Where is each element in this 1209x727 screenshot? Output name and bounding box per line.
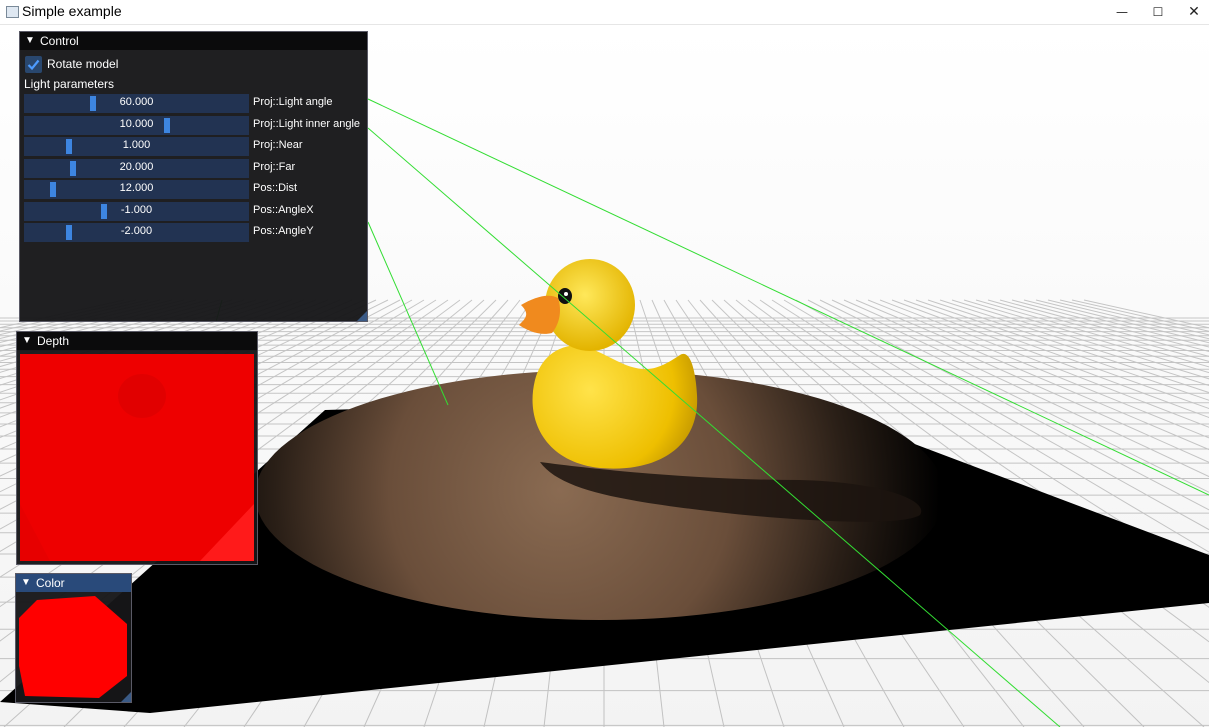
slider-label: Proj::Light angle (253, 96, 333, 108)
slider-track[interactable]: 12.000 (24, 180, 249, 199)
title-bar: Simple example — ☐ ✕ (0, 0, 1209, 25)
slider-value: 1.000 (122, 139, 151, 151)
slider-row[interactable]: 12.000 Pos::Dist (24, 180, 364, 199)
slider-label: Pos::AngleY (253, 225, 314, 237)
close-button[interactable]: ✕ (1176, 0, 1209, 24)
slider-value: 12.000 (119, 182, 154, 194)
control-panel-header[interactable]: ▼ Control (20, 32, 367, 50)
color-map-image (19, 596, 127, 698)
color-panel[interactable]: ▼ Color (15, 573, 132, 703)
slider-row[interactable]: 1.000 Proj::Near (24, 137, 364, 156)
slider-value: -1.000 (120, 203, 153, 216)
minimize-button[interactable]: — (1104, 0, 1140, 24)
depth-panel[interactable]: ▼ Depth (16, 331, 258, 565)
slider-row[interactable]: -1.000 Pos::AngleX (24, 201, 364, 221)
slider-value: 10.000 (119, 117, 154, 130)
slider-label: Proj::Near (253, 139, 303, 151)
slider-value: -2.000 (120, 225, 153, 237)
rotate-model-label: Rotate model (47, 57, 119, 71)
control-panel[interactable]: ▼ Control Rotate model Light parameters … (19, 31, 368, 322)
collapse-triangle-icon[interactable]: ▼ (22, 332, 32, 350)
maximize-button[interactable]: ☐ (1140, 0, 1176, 24)
slider-track[interactable]: 10.000 (24, 115, 249, 135)
resize-grip[interactable] (121, 692, 131, 702)
slider-label: Proj::Far (253, 160, 296, 173)
depth-panel-title: Depth (37, 334, 70, 348)
slider-track[interactable]: -2.000 (24, 223, 249, 242)
checkmark-icon (27, 59, 40, 71)
slider-row[interactable]: 10.000 Proj::Light inner angle (24, 115, 364, 135)
color-panel-title: Color (36, 576, 65, 590)
window-title: Simple example (22, 3, 122, 19)
color-panel-header[interactable]: ▼ Color (16, 574, 131, 592)
slider-track[interactable]: 1.000 (24, 137, 249, 156)
slider-label: Pos::Dist (253, 182, 298, 194)
slider-value: 60.000 (119, 96, 154, 108)
rotate-model-checkbox[interactable] (25, 56, 42, 73)
collapse-triangle-icon[interactable]: ▼ (21, 574, 31, 592)
slider-track[interactable]: 60.000 (24, 94, 249, 113)
depth-panel-header[interactable]: ▼ Depth (17, 332, 257, 350)
resize-grip[interactable] (357, 311, 367, 321)
slider-row[interactable]: -2.000 Pos::AngleY (24, 223, 364, 242)
slider-label: Proj::Light inner angle (253, 117, 361, 130)
app-icon (6, 6, 19, 18)
slider-value: 20.000 (119, 160, 154, 173)
slider-track[interactable]: 20.000 (24, 158, 249, 178)
depth-map-image (20, 354, 254, 561)
collapse-triangle-icon[interactable]: ▼ (25, 32, 35, 50)
slider-track[interactable]: -1.000 (24, 201, 249, 221)
slider-row[interactable]: 60.000 Proj::Light angle (24, 94, 364, 113)
light-parameters-label: Light parameters (24, 77, 115, 91)
slider-label: Pos::AngleX (253, 203, 314, 216)
control-panel-title: Control (40, 34, 79, 48)
slider-row[interactable]: 20.000 Proj::Far (24, 158, 364, 178)
